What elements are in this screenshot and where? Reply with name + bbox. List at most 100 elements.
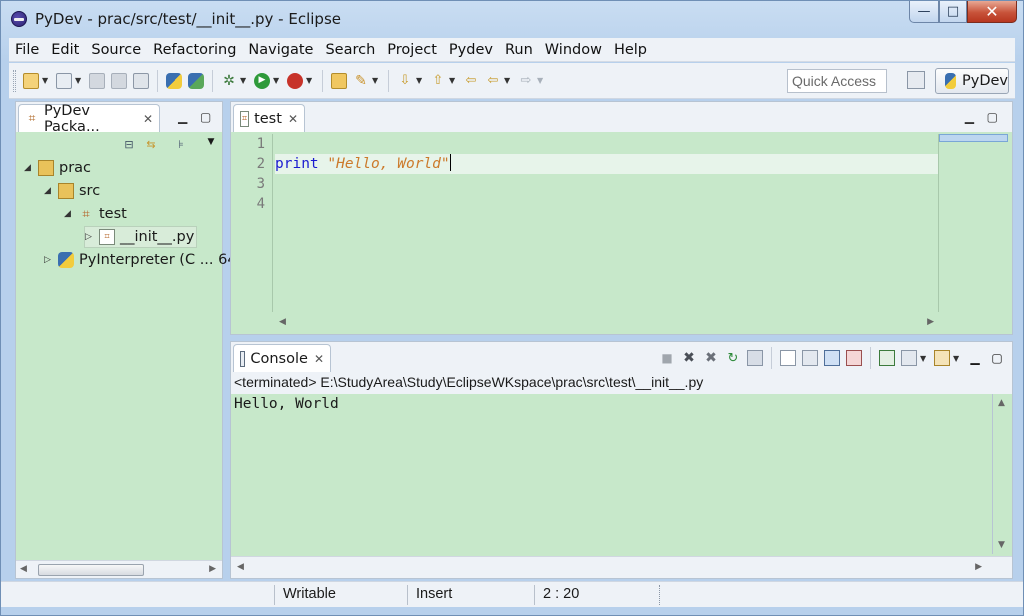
menu-search[interactable]: Search [319,42,381,58]
scroll-left-icon[interactable]: ◀ [237,562,244,572]
horizontal-scrollbar[interactable]: ◀ ▶ [16,560,222,578]
collapse-all-icon[interactable]: ⊟ [121,136,137,152]
display-selected-console-icon[interactable] [747,350,763,366]
maximize-view-icon[interactable]: ▢ [989,350,1005,366]
collapsed-icon[interactable]: ▷ [44,255,54,265]
remove-all-terminated-icon[interactable]: ✖ [703,350,719,366]
expanded-icon[interactable]: ◢ [64,209,74,219]
open-console-icon[interactable] [934,350,950,366]
pydev-perspective-button[interactable]: PyDev [935,68,1009,94]
menu-project[interactable]: Project [381,42,443,58]
back-dropdown-icon[interactable]: ▼ [504,76,512,85]
console-vertical-scrollbar[interactable]: ▲ ▼ [992,394,1012,554]
show-console-on-stdout-icon[interactable] [824,350,840,366]
open-folder-icon[interactable] [331,72,347,89]
menu-window[interactable]: Window [539,42,608,58]
editor-horizontal-scrollbar[interactable]: ◀ ▶ [275,314,938,332]
remove-launch-icon[interactable]: ✖ [681,350,697,366]
menu-help[interactable]: Help [608,42,653,58]
debug-dropdown-icon[interactable]: ▼ [240,76,248,85]
scroll-right-icon[interactable]: ▶ [927,317,934,327]
close-icon[interactable]: ✕ [143,112,153,126]
close-icon[interactable]: ✕ [288,112,298,126]
menu-navigate[interactable]: Navigate [242,42,319,58]
close-icon[interactable]: ✕ [314,352,324,366]
tree-item-src[interactable]: ◢ src [44,180,100,202]
previous-annotation-dropdown-icon[interactable]: ▼ [449,76,457,85]
search-torch-icon[interactable]: ✎ [353,73,369,89]
code-line[interactable] [275,194,941,214]
next-annotation-dropdown-icon[interactable]: ▼ [416,76,424,85]
tab-package-explorer[interactable]: ⌗ PyDev Packa... ✕ [18,103,160,135]
overview-ruler[interactable] [938,134,1008,312]
pin-console-icon[interactable] [879,350,895,366]
show-console-on-stderr-icon[interactable] [846,350,862,366]
new-dropdown-icon[interactable]: ▼ [42,76,50,85]
scroll-right-icon[interactable]: ▶ [209,564,216,574]
menu-source[interactable]: Source [85,42,147,58]
display-console-icon[interactable] [901,350,917,366]
tree-item-prac[interactable]: ◢ prac [24,157,91,179]
display-console-dropdown-icon[interactable]: ▼ [920,354,928,363]
maximize-view-icon[interactable]: ▢ [987,110,998,124]
forward-icon[interactable]: ⇨ [518,73,534,89]
view-menu-icon[interactable]: ▼ [203,134,219,150]
forward-dropdown-icon[interactable]: ▼ [537,76,545,85]
maximize-view-icon[interactable]: ▢ [200,110,211,124]
last-edit-icon[interactable]: ⇦ [463,73,479,89]
code-editor[interactable]: print "Hello, World" [275,134,941,312]
new-icon[interactable] [23,72,39,89]
link-with-editor-icon[interactable]: ⇆ [143,136,159,152]
new-project-dropdown-icon[interactable]: ▼ [75,76,83,85]
run-icon[interactable]: ▶ [254,72,270,89]
minimize-view-icon[interactable]: ▁ [967,350,983,366]
menu-pydev[interactable]: Pydev [443,42,499,58]
relaunch-icon[interactable]: ↻ [725,350,741,366]
minimize-view-icon[interactable]: ▁ [178,110,187,124]
scroll-left-icon[interactable]: ◀ [20,564,27,574]
previous-annotation-icon[interactable]: ⇧ [430,73,446,89]
scroll-up-icon[interactable]: ▲ [998,398,1005,408]
tab-editor-test[interactable]: ⌗ test ✕ [233,104,305,132]
scroll-right-icon[interactable]: ▶ [975,562,982,572]
open-console-dropdown-icon[interactable]: ▼ [953,354,961,363]
external-tools-dropdown-icon[interactable]: ▼ [306,76,314,85]
overview-mark[interactable] [939,134,1008,142]
terminate-icon[interactable]: ■ [659,350,675,366]
back-icon[interactable]: ⇦ [485,73,501,89]
expanded-icon[interactable]: ◢ [44,186,54,196]
print-icon[interactable] [133,72,149,89]
external-tools-icon[interactable] [287,72,303,89]
toolbar-grip[interactable] [13,69,16,92]
maximize-button[interactable]: □ [939,1,967,23]
code-line-current[interactable]: print "Hello, World" [275,154,941,174]
code-line[interactable] [275,134,941,154]
save-icon[interactable] [89,72,105,89]
new-project-icon[interactable] [56,72,72,89]
scroll-lock-icon[interactable] [802,350,818,366]
expanded-icon[interactable]: ◢ [24,163,34,173]
menu-run[interactable]: Run [499,42,539,58]
minimize-button[interactable]: — [909,1,939,23]
minimize-view-icon[interactable]: ▁ [965,110,974,124]
tree-item-pyinterpreter[interactable]: ▷ PyInterpreter (C ... 641 [44,249,246,271]
title-bar[interactable]: PyDev - prac/src/test/__init__.py - Ecli… [1,1,1023,37]
debug-icon[interactable]: ✲ [221,73,237,89]
clear-console-icon[interactable] [780,350,796,366]
tree-item-init-py[interactable]: ▷ ⌗ __init__.py [84,226,198,248]
console-horizontal-scrollbar[interactable]: ◀ ▶ [231,556,1012,578]
quick-access-input[interactable]: Quick Access [787,69,887,93]
open-perspective-icon[interactable] [907,71,925,89]
menu-edit[interactable]: Edit [45,42,85,58]
console-output[interactable]: Hello, World [231,394,992,554]
filter-icon[interactable]: ⊧ [173,136,189,152]
scroll-down-icon[interactable]: ▼ [998,540,1005,550]
search-dropdown-icon[interactable]: ▼ [372,76,380,85]
tree-item-test[interactable]: ◢ ⌗ test [64,203,127,225]
menu-file[interactable]: File [9,42,45,58]
run-dropdown-icon[interactable]: ▼ [273,76,281,85]
code-line[interactable] [275,174,941,194]
next-annotation-icon[interactable]: ⇩ [397,73,413,89]
menu-refactoring[interactable]: Refactoring [147,42,242,58]
tab-console[interactable]: Console ✕ [233,344,331,372]
